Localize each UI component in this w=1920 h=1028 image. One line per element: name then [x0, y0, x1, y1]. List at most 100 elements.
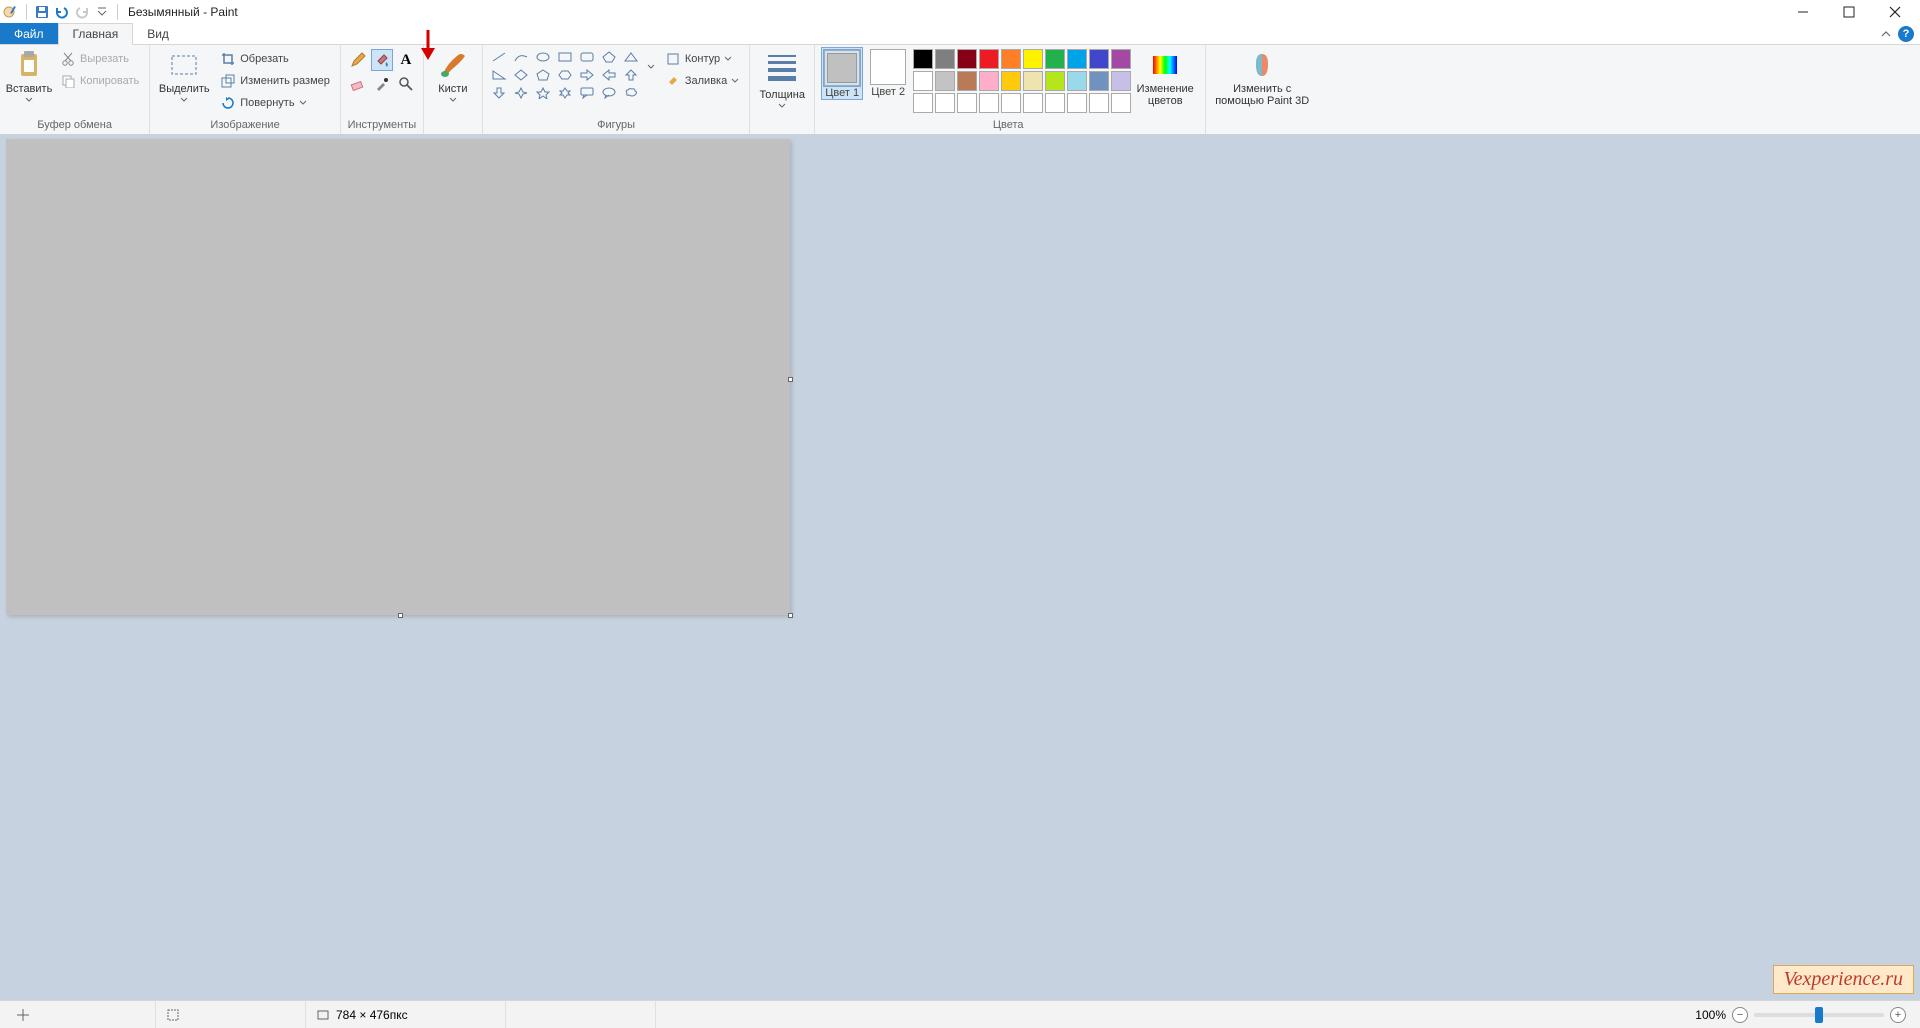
palette-cell[interactable]	[913, 71, 933, 91]
palette-cell[interactable]	[979, 93, 999, 113]
shape-arrow-left[interactable]	[599, 67, 619, 83]
palette-cell[interactable]	[935, 49, 955, 69]
palette-cell[interactable]	[935, 71, 955, 91]
magnifier-tool[interactable]	[395, 73, 417, 95]
outline-button[interactable]: Контур	[661, 49, 743, 69]
color2-label: Цвет 2	[871, 87, 905, 98]
palette-cell[interactable]	[1023, 49, 1043, 69]
picker-tool[interactable]	[371, 73, 393, 95]
palette-cell[interactable]	[1001, 93, 1021, 113]
shapes-more[interactable]	[645, 47, 657, 87]
shape-curve[interactable]	[511, 49, 531, 65]
brushes-button[interactable]: Кисти	[430, 47, 476, 103]
zoom-in-button[interactable]: +	[1890, 1007, 1906, 1023]
shape-diamond[interactable]	[511, 67, 531, 83]
tab-file[interactable]: Файл	[0, 23, 58, 44]
palette-cell[interactable]	[1111, 93, 1131, 113]
pencil-tool[interactable]	[347, 49, 369, 71]
palette-cell[interactable]	[1067, 71, 1087, 91]
thickness-button[interactable]: Толщина	[756, 47, 808, 109]
shape-oval[interactable]	[533, 49, 553, 65]
help-icon[interactable]: ?	[1898, 26, 1914, 42]
crop-button[interactable]: Обрезать	[216, 49, 334, 69]
close-button[interactable]	[1872, 0, 1918, 23]
workspace[interactable]	[0, 135, 1920, 1000]
shape-arrow-down[interactable]	[489, 85, 509, 101]
color1-swatch	[824, 50, 860, 86]
resize-handle-s[interactable]	[398, 613, 403, 618]
minimize-button[interactable]	[1780, 0, 1826, 23]
shape-4star[interactable]	[511, 85, 531, 101]
palette-cell[interactable]	[1089, 93, 1109, 113]
resize-handle-e[interactable]	[788, 377, 793, 382]
palette-cell[interactable]	[1089, 71, 1109, 91]
resize-button[interactable]: Изменить размер	[216, 71, 334, 91]
palette-cell[interactable]	[1023, 93, 1043, 113]
palette-cell[interactable]	[1067, 93, 1087, 113]
shape-polygon[interactable]	[599, 49, 619, 65]
zoom-slider[interactable]	[1754, 1013, 1884, 1017]
paint3d-button[interactable]: Изменить с помощью Paint 3D	[1212, 47, 1312, 107]
rotate-button[interactable]: Повернуть	[216, 93, 334, 113]
palette-cell[interactable]	[979, 49, 999, 69]
palette-cell[interactable]	[957, 93, 977, 113]
tab-view[interactable]: Вид	[133, 23, 183, 44]
shape-5star[interactable]	[533, 85, 553, 101]
palette-cell[interactable]	[1001, 49, 1021, 69]
qat-customize-icon[interactable]	[93, 3, 111, 21]
window-title: Безымянный - Paint	[128, 5, 238, 19]
palette-cell[interactable]	[1045, 93, 1065, 113]
shape-callout-oval[interactable]	[599, 85, 619, 101]
palette-cell[interactable]	[1089, 49, 1109, 69]
group-clipboard: Вставить Вырезать Копировать Буфер обмен…	[0, 45, 150, 134]
paint3d-label: Изменить с помощью Paint 3D	[1212, 83, 1312, 107]
shape-callout-rect[interactable]	[577, 85, 597, 101]
shape-pentagon[interactable]	[533, 67, 553, 83]
palette-cell[interactable]	[979, 71, 999, 91]
palette-cell[interactable]	[913, 49, 933, 69]
edit-colors-button[interactable]: Изменение цветов	[1135, 47, 1195, 107]
redo-icon[interactable]	[73, 3, 91, 21]
palette-cell[interactable]	[1111, 49, 1131, 69]
shape-arrow-up[interactable]	[621, 67, 641, 83]
fill-tool[interactable]	[371, 49, 393, 71]
resize-handle-se[interactable]	[788, 613, 793, 618]
ribbon-collapse-icon[interactable]	[1880, 28, 1892, 40]
shape-triangle[interactable]	[621, 49, 641, 65]
palette-cell[interactable]	[1001, 71, 1021, 91]
palette-cell[interactable]	[957, 49, 977, 69]
shapes-gallery[interactable]	[489, 47, 641, 101]
cut-button[interactable]: Вырезать	[56, 49, 143, 69]
palette-cell[interactable]	[935, 93, 955, 113]
select-button[interactable]: Выделить	[156, 47, 212, 103]
palette-cell[interactable]	[1023, 71, 1043, 91]
copy-button[interactable]: Копировать	[56, 71, 143, 91]
save-icon[interactable]	[33, 3, 51, 21]
shape-6star[interactable]	[555, 85, 575, 101]
palette-cell[interactable]	[957, 71, 977, 91]
shape-hexagon[interactable]	[555, 67, 575, 83]
palette-cell[interactable]	[1067, 49, 1087, 69]
undo-icon[interactable]	[53, 3, 71, 21]
text-tool[interactable]: A	[395, 49, 417, 71]
shape-callout-cloud[interactable]	[621, 85, 641, 101]
palette-cell[interactable]	[1111, 71, 1131, 91]
shape-right-triangle[interactable]	[489, 67, 509, 83]
palette-cell[interactable]	[1045, 49, 1065, 69]
palette-cell[interactable]	[1045, 71, 1065, 91]
fillshape-button[interactable]: Заливка	[661, 71, 743, 91]
paste-button[interactable]: Вставить	[6, 47, 52, 103]
window-controls	[1780, 0, 1918, 23]
zoom-out-button[interactable]: −	[1732, 1007, 1748, 1023]
shape-line[interactable]	[489, 49, 509, 65]
eraser-tool[interactable]	[347, 73, 369, 95]
tab-home[interactable]: Главная	[58, 23, 134, 45]
palette-cell[interactable]	[913, 93, 933, 113]
color2-button[interactable]: Цвет 2	[867, 47, 909, 98]
shape-rect[interactable]	[555, 49, 575, 65]
shape-arrow-right[interactable]	[577, 67, 597, 83]
color1-button[interactable]: Цвет 1	[821, 47, 863, 100]
shape-roundrect[interactable]	[577, 49, 597, 65]
maximize-button[interactable]	[1826, 0, 1872, 23]
canvas[interactable]	[6, 139, 790, 615]
